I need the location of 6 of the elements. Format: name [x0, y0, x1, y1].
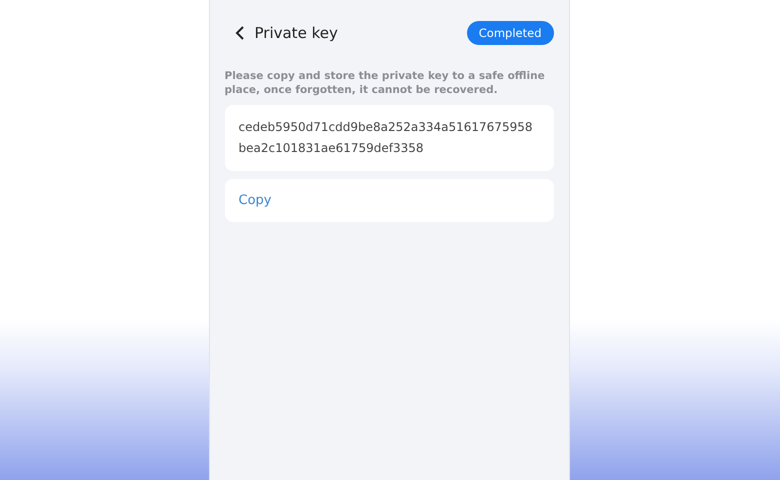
back-icon[interactable]: [234, 26, 244, 40]
notice-text: Please copy and store the private key to a safe offline place, once forgotten, it cannot be recovered.: [224, 69, 546, 97]
page-title: Private key: [254, 24, 339, 42]
copy-button[interactable]: Copy: [224, 179, 554, 222]
private-key-text: cedeb5950d71cdd9be8a252a334a51617675958bea2c101831ae61759def3358: [224, 105, 554, 171]
completed-button[interactable]: Completed: [466, 21, 554, 45]
